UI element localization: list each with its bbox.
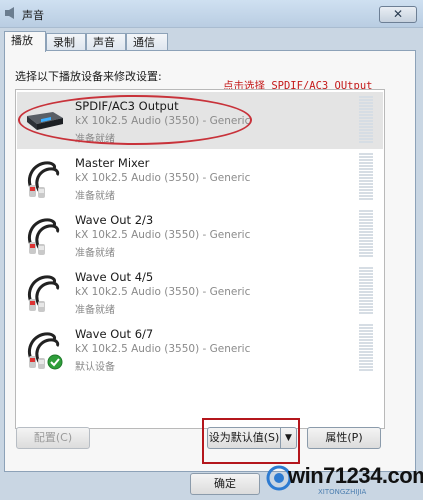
device-description: kX 10k2.5 Audio (3550) - Generic	[75, 172, 251, 184]
title-bar: 声音 ✕	[0, 0, 423, 28]
rca-cable-icon	[28, 218, 60, 255]
rca-cable-icon	[28, 161, 60, 198]
device-status: 默认设备	[75, 362, 115, 373]
watermark-subtext: XITONGZHIJIA	[318, 488, 367, 496]
device-item-wave-out-4-5[interactable]: Wave Out 4/5 kX 10k2.5 Audio (3550) - Ge…	[17, 263, 383, 320]
device-item-wave-out-6-7[interactable]: Wave Out 6/7 kX 10k2.5 Audio (3550) - Ge…	[17, 320, 383, 377]
device-description: kX 10k2.5 Audio (3550) - Generic	[75, 343, 251, 355]
device-name: Wave Out 2/3	[75, 213, 154, 227]
configure-button[interactable]: 配置(C)	[16, 427, 90, 449]
volume-meter	[359, 96, 373, 146]
selection-highlight-ellipse	[18, 95, 252, 145]
window-title: 声音	[22, 9, 44, 22]
watermark: win71234.com XITONGZHIJIA	[258, 455, 423, 500]
playback-panel: 选择以下播放设备来修改设置: 点击选择 SPDIF/AC3 OUtput SPD…	[4, 50, 416, 472]
device-name: Wave Out 6/7	[75, 327, 154, 341]
tab-communications[interactable]: 通信	[126, 33, 168, 51]
close-button[interactable]: ✕	[379, 6, 417, 23]
speaker-icon	[5, 7, 14, 19]
volume-meter	[359, 153, 373, 203]
properties-button[interactable]: 属性(P)	[307, 427, 381, 449]
tab-recording[interactable]: 录制	[46, 33, 86, 51]
ok-button[interactable]: 确定	[190, 473, 260, 495]
device-item-master-mixer[interactable]: Master Mixer kX 10k2.5 Audio (3550) - Ge…	[17, 149, 383, 206]
device-status: 准备就绪	[75, 191, 115, 202]
tab-sounds[interactable]: 声音	[86, 33, 126, 51]
device-list[interactable]: SPDIF/AC3 Output kX 10k2.5 Audio (3550) …	[15, 89, 385, 429]
device-item-wave-out-2-3[interactable]: Wave Out 2/3 kX 10k2.5 Audio (3550) - Ge…	[17, 206, 383, 263]
instruction-label: 选择以下播放设备来修改设置:	[15, 70, 162, 83]
device-description: kX 10k2.5 Audio (3550) - Generic	[75, 229, 251, 241]
volume-meter	[359, 210, 373, 260]
volume-meter	[359, 267, 373, 317]
device-status: 准备就绪	[75, 248, 115, 259]
device-name: Wave Out 4/5	[75, 270, 154, 284]
volume-meter	[359, 324, 373, 374]
device-description: kX 10k2.5 Audio (3550) - Generic	[75, 286, 251, 298]
check-icon	[47, 354, 63, 370]
watermark-text: win71234.com	[288, 463, 423, 488]
device-name: Master Mixer	[75, 156, 150, 170]
device-item-spdif[interactable]: SPDIF/AC3 Output kX 10k2.5 Audio (3550) …	[17, 92, 383, 149]
rca-cable-icon	[28, 275, 60, 312]
device-status: 准备就绪	[75, 305, 115, 316]
tab-playback[interactable]: 播放	[4, 31, 46, 52]
